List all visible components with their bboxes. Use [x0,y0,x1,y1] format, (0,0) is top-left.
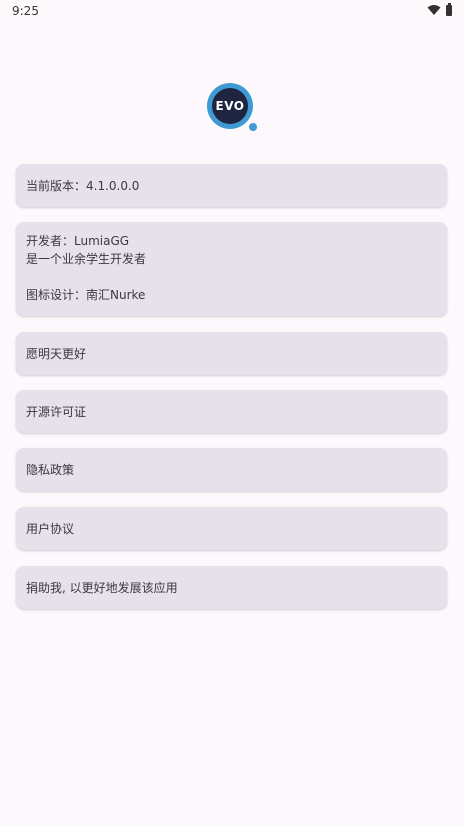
user-agreement-card[interactable]: 用户协议 [16,507,447,550]
developer-card: 开发者：LumiaGG 是一个业余学生开发者 图标设计：南汇Nurke [16,222,447,316]
version-text: 当前版本：4.1.0.0.0 [26,179,140,193]
developer-text: 开发者：LumiaGG [26,234,130,248]
icon-design-text: 图标设计：南汇Nurke [26,288,146,302]
privacy-policy-text: 隐私政策 [26,463,75,477]
wish-text: 愿明天更好 [26,347,87,361]
status-icons [427,2,452,16]
license-card[interactable]: 开源许可证 [16,390,447,433]
logo-dot [248,122,258,132]
version-card: 当前版本：4.1.0.0.0 [16,164,447,207]
battery-icon [446,2,452,16]
developer-note-text: 是一个业余学生开发者 [26,252,147,266]
donate-text: 捐助我, 以更好地发展该应用 [26,581,178,595]
user-agreement-text: 用户协议 [26,522,75,536]
app-logo: EVO [207,83,258,133]
wish-card[interactable]: 愿明天更好 [16,332,447,375]
status-time: 9:25 [12,4,39,18]
logo-text: EVO [212,88,248,124]
donate-card[interactable]: 捐助我, 以更好地发展该应用 [16,566,447,609]
wifi-icon [427,5,441,15]
license-text: 开源许可证 [26,405,87,419]
privacy-policy-card[interactable]: 隐私政策 [16,448,447,491]
status-bar: 9:25 [0,0,464,22]
